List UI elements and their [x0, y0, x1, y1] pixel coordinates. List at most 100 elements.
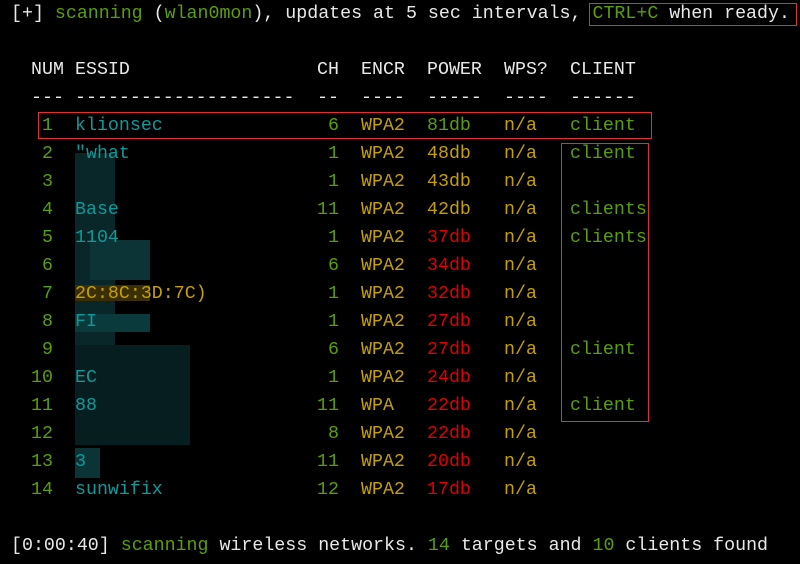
row-power: 32db	[427, 284, 471, 304]
targets-and-text: targets and	[449, 536, 593, 556]
row-power: 27db	[427, 312, 471, 332]
client-count: 10	[592, 536, 615, 556]
header-encr: ENCR	[361, 60, 405, 80]
row-encryption: WPA	[361, 396, 394, 416]
row-wps: n/a	[504, 424, 537, 444]
dash-power: -----	[427, 88, 482, 108]
row-num: 14	[31, 480, 53, 500]
row-num: 9	[42, 340, 53, 360]
row-essid: "what	[75, 144, 130, 164]
row-essid: 1104	[75, 228, 119, 248]
row-channel: 11	[317, 396, 339, 416]
row-num: 6	[42, 256, 53, 276]
row-channel: 6	[328, 256, 339, 276]
highlight-box-clients	[561, 143, 649, 422]
row-num: 2	[42, 144, 53, 164]
row-channel: 1	[328, 312, 339, 332]
dash-num: ---	[31, 88, 64, 108]
row-channel: 8	[328, 424, 339, 444]
dash-client: ------	[570, 88, 636, 108]
row-num: 11	[31, 396, 53, 416]
header-wps: WPS?	[504, 60, 548, 80]
row-wps: n/a	[504, 396, 537, 416]
row-encryption: WPA2	[361, 480, 405, 500]
header-num: NUM	[31, 60, 64, 80]
prefix: [+]	[11, 4, 55, 24]
row-essid: 3	[75, 452, 86, 472]
row-channel: 1	[328, 368, 339, 388]
elapsed-time: [0:00:40]	[11, 536, 121, 556]
row-power: 48db	[427, 144, 471, 164]
row-power: 43db	[427, 172, 471, 192]
dash-wps: ----	[504, 88, 548, 108]
target-count: 14	[427, 536, 450, 556]
row-num: 5	[42, 228, 53, 248]
dash-encr: ----	[361, 88, 405, 108]
row-essid: Base	[75, 200, 119, 220]
row-essid: 2C:8C:3D:7C)	[75, 284, 207, 304]
row-power: 17db	[427, 480, 471, 500]
row-wps: n/a	[504, 144, 537, 164]
row-wps: n/a	[504, 480, 537, 500]
dash-essid: --------------------	[75, 88, 295, 108]
row-channel: 11	[317, 452, 339, 472]
row-channel: 1	[328, 284, 339, 304]
header-power: POWER	[427, 60, 482, 80]
row-power: 42db	[427, 200, 471, 220]
row-num: 13	[31, 452, 53, 472]
interface-name: wlan0mon	[164, 4, 253, 24]
row-power: 34db	[427, 256, 471, 276]
row-wps: n/a	[504, 312, 537, 332]
row-encryption: WPA2	[361, 256, 405, 276]
row-num: 10	[31, 368, 53, 388]
clients-found-text: clients found	[614, 536, 769, 556]
row-channel: 1	[328, 228, 339, 248]
row-encryption: WPA2	[361, 284, 405, 304]
highlight-box-ctrl-c	[589, 3, 797, 26]
row-essid: EC	[75, 368, 97, 388]
row-essid: 88	[75, 396, 97, 416]
row-power: 37db	[427, 228, 471, 248]
row-power: 20db	[427, 452, 471, 472]
row-wps: n/a	[504, 200, 537, 220]
row-encryption: WPA2	[361, 340, 405, 360]
row-wps: n/a	[504, 368, 537, 388]
row-channel: 1	[328, 144, 339, 164]
networks-text: wireless networks.	[208, 536, 428, 556]
row-wps: n/a	[504, 256, 537, 276]
row-num: 3	[42, 172, 53, 192]
row-num: 4	[42, 200, 53, 220]
highlight-box-row-1	[38, 112, 652, 139]
row-encryption: WPA2	[361, 144, 405, 164]
dash-ch: --	[317, 88, 339, 108]
row-encryption: WPA2	[361, 172, 405, 192]
row-wps: n/a	[504, 172, 537, 192]
scanning-label: scanning	[120, 536, 209, 556]
row-wps: n/a	[504, 228, 537, 248]
header-essid: ESSID	[75, 60, 130, 80]
header-client: CLIENT	[570, 60, 636, 80]
row-encryption: WPA2	[361, 312, 405, 332]
row-essid: FI	[75, 312, 97, 332]
row-power: 22db	[427, 396, 471, 416]
row-num: 12	[31, 424, 53, 444]
scanning-label: scanning	[54, 4, 143, 24]
row-num: 7	[42, 284, 53, 304]
row-encryption: WPA2	[361, 200, 405, 220]
row-power: 27db	[427, 340, 471, 360]
row-channel: 12	[317, 480, 339, 500]
row-encryption: WPA2	[361, 228, 405, 248]
row-encryption: WPA2	[361, 452, 405, 472]
row-essid: sunwifix	[75, 480, 163, 500]
row-power: 22db	[427, 424, 471, 444]
paren-open: (	[142, 4, 165, 24]
row-num: 8	[42, 312, 53, 332]
row-channel: 1	[328, 172, 339, 192]
row-encryption: WPA2	[361, 424, 405, 444]
row-wps: n/a	[504, 284, 537, 304]
row-channel: 6	[328, 340, 339, 360]
bottom-status-line: [0:00:40] scanning wireless networks. 14…	[11, 535, 768, 557]
row-power: 24db	[427, 368, 471, 388]
row-channel: 11	[317, 200, 339, 220]
row-wps: n/a	[504, 340, 537, 360]
